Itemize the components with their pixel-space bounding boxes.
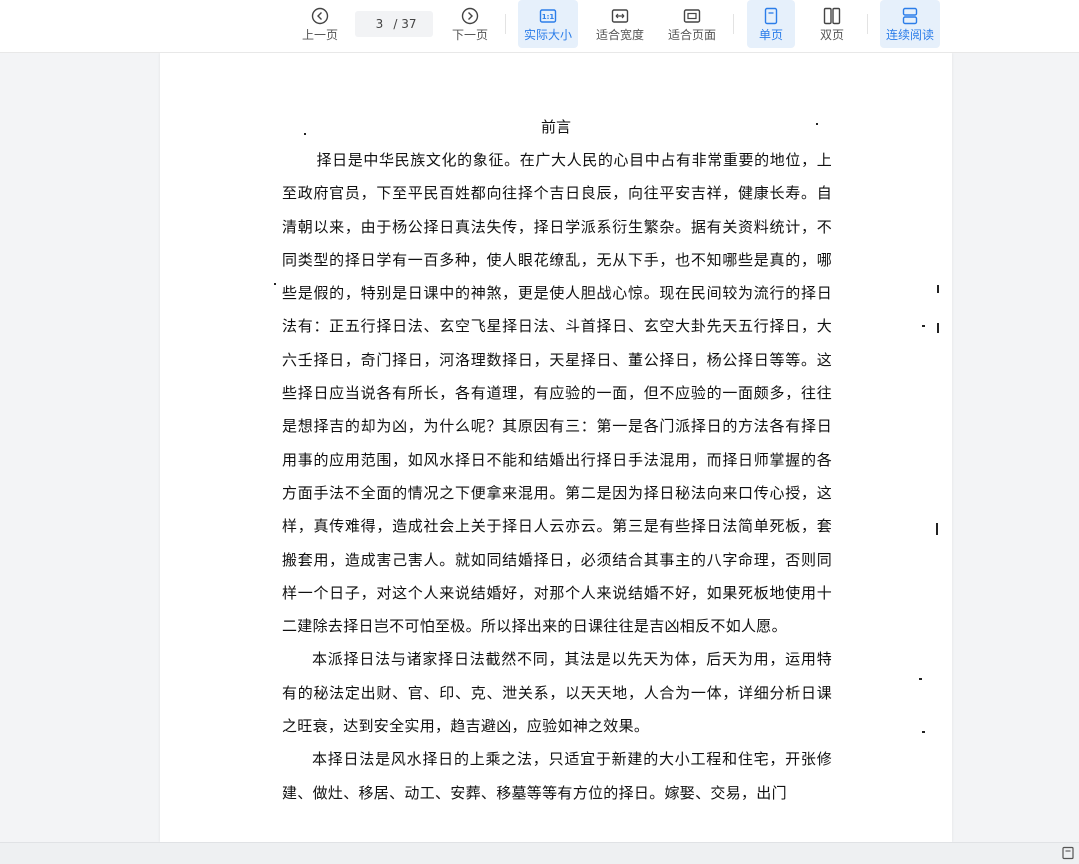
double-page-button[interactable]: 双页 (808, 0, 856, 48)
page-number-input[interactable] (371, 17, 388, 31)
paragraph: 本择日法是风水择日的上乘之法，只适宜于新建的大小工程和住宅，开张修建、做灶、移居… (282, 750, 832, 802)
svg-text:1:1: 1:1 (542, 13, 555, 21)
total-pages: / 37 (393, 17, 417, 31)
scan-speck (922, 325, 925, 327)
toolbar-divider (733, 14, 734, 34)
scan-speck (274, 283, 276, 285)
double-page-icon (823, 7, 841, 25)
document-viewer[interactable]: 前言 择日是中华民族文化的象征。在广大人民的心目中占有非常重要的地位，上至政府官… (0, 53, 1079, 842)
toolbar: 上一页 / 37 下一页 1:1 实际大小 适合宽度 适合页面 (0, 0, 1079, 53)
prev-page-label: 上一页 (301, 28, 338, 42)
fit-page-icon (683, 9, 701, 23)
fit-page-label: 适合页面 (667, 28, 716, 42)
paragraph: 本派择日法与诸家择日法截然不同，其法是以先天为体，后天为用，运用特有的秘法定出财… (282, 650, 832, 736)
fit-page-button[interactable]: 适合页面 (664, 0, 720, 48)
continuous-scroll-icon (902, 7, 918, 25)
chevron-right-circle-icon (461, 7, 479, 25)
page-indicator: / 37 (355, 11, 433, 37)
single-page-label: 单页 (758, 28, 783, 42)
prev-page-button[interactable]: 上一页 (296, 0, 344, 48)
document-page: 前言 择日是中华民族文化的象征。在广大人民的心目中占有非常重要的地位，上至政府官… (160, 53, 952, 842)
actual-size-button[interactable]: 1:1 实际大小 (518, 0, 578, 48)
document-title: 前言 (540, 118, 571, 136)
single-page-icon (764, 7, 778, 25)
continuous-reading-label: 连续阅读 (885, 28, 934, 42)
document-body: 择日是中华民族文化的象征。在广大人民的心目中占有非常重要的地位，上至政府官员，下… (282, 144, 832, 810)
toolbar-divider (505, 14, 506, 34)
single-page-button[interactable]: 单页 (747, 0, 795, 48)
status-bar (0, 842, 1079, 864)
scan-speck (816, 123, 818, 125)
scan-speck (936, 523, 938, 535)
next-page-label: 下一页 (451, 28, 488, 42)
fit-width-label: 适合宽度 (595, 28, 644, 42)
fit-width-icon (611, 9, 629, 23)
actual-size-icon: 1:1 (539, 9, 557, 23)
scan-speck (922, 731, 925, 733)
scan-speck (937, 323, 939, 333)
fit-width-button[interactable]: 适合宽度 (592, 0, 648, 48)
next-page-button[interactable]: 下一页 (446, 0, 494, 48)
scan-speck (937, 285, 939, 293)
scan-speck (304, 133, 306, 135)
toolbar-divider (867, 14, 868, 34)
page-view-icon[interactable] (1061, 846, 1075, 860)
continuous-reading-button[interactable]: 连续阅读 (880, 0, 940, 48)
chevron-left-circle-icon (311, 7, 329, 25)
actual-size-label: 实际大小 (523, 28, 572, 42)
double-page-label: 双页 (819, 28, 844, 42)
paragraph: 择日是中华民族文化的象征。在广大人民的心目中占有非常重要的地位，上至政府官员，下… (282, 151, 832, 636)
scan-speck (919, 678, 922, 680)
